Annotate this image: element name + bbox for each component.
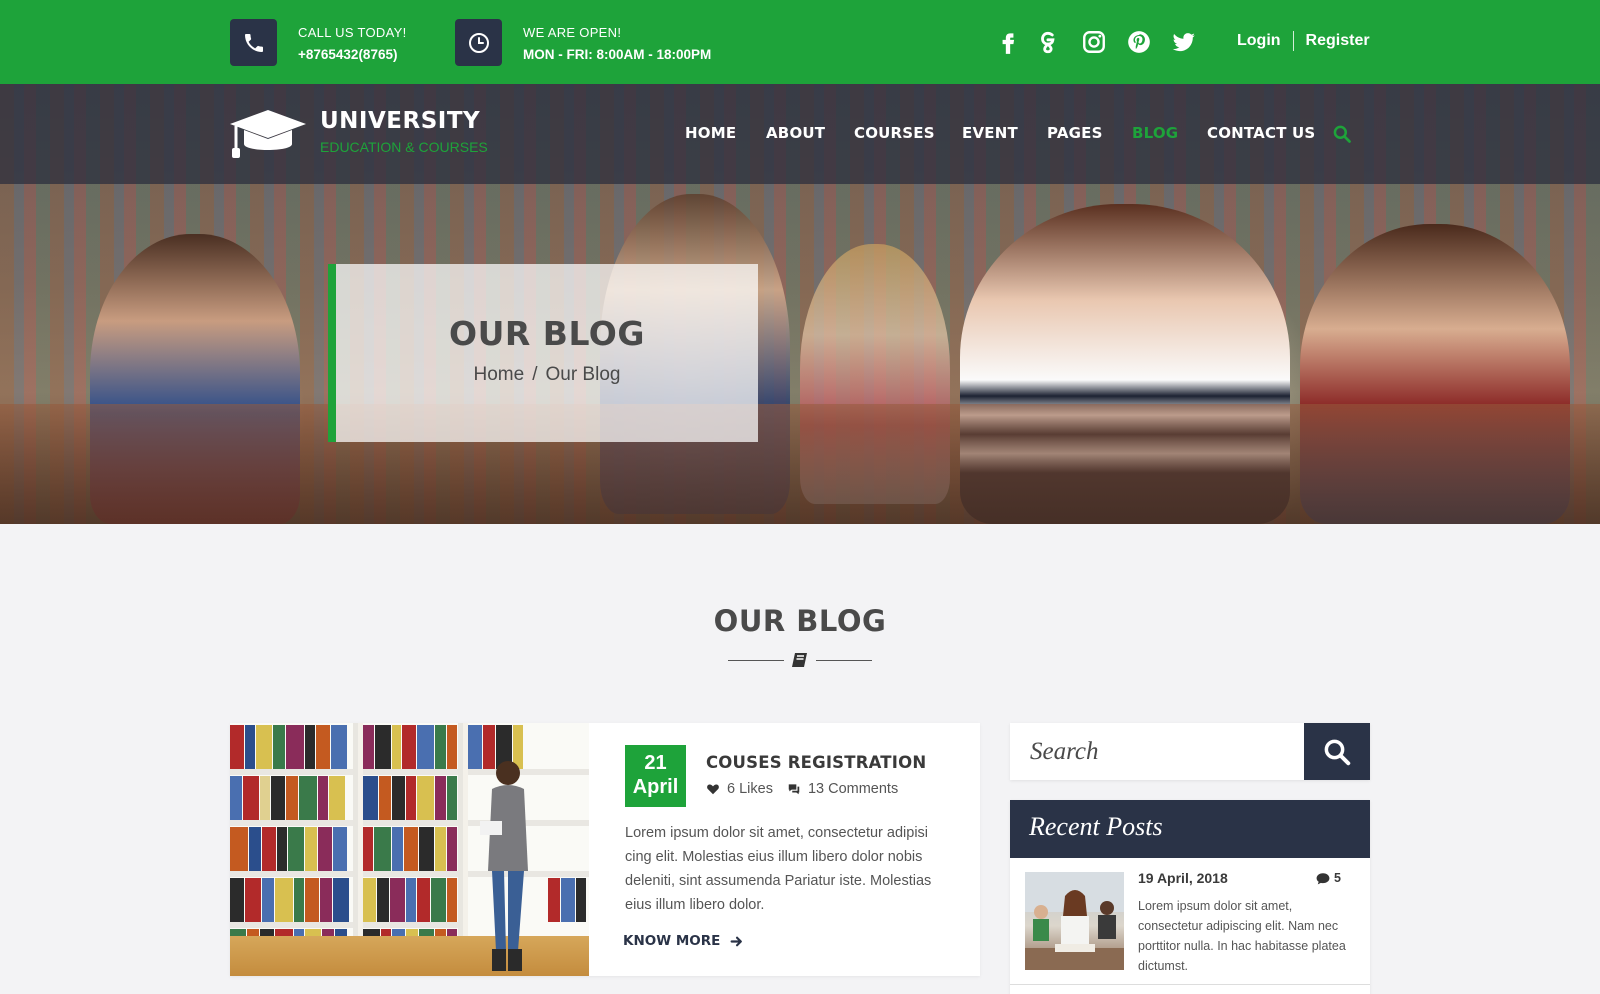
divider-line-left — [728, 660, 784, 661]
post-month: April — [632, 776, 679, 798]
post-likes: 6 Likes — [727, 781, 773, 797]
google-plus-icon[interactable] — [1034, 26, 1064, 58]
recent-post-date: 19 April, 2018 — [1138, 870, 1228, 886]
post-title[interactable]: COUSES REGISTRATION — [706, 753, 926, 772]
hours-info: WE ARE OPEN! MON - FRI: 8:00AM - 18:00PM — [455, 19, 735, 66]
nav-courses[interactable]: COURSES — [854, 124, 935, 142]
hero-desks — [0, 404, 1600, 524]
top-bar: CALL US TODAY! +8765432(8765) WE ARE OPE… — [0, 0, 1600, 84]
recent-post-excerpt: Lorem ipsum dolor sit amet, consectetur … — [1138, 899, 1346, 973]
reader-figure — [480, 761, 528, 971]
search-icon[interactable] — [1332, 124, 1352, 144]
nav-pages[interactable]: PAGES — [1047, 124, 1103, 142]
section-title: OUR BLOG — [713, 604, 887, 638]
brand-name[interactable]: UNIVERSITY — [320, 108, 480, 134]
login-link[interactable]: Login — [1237, 32, 1281, 50]
search-button[interactable] — [1304, 723, 1370, 780]
facebook-icon[interactable] — [995, 26, 1021, 58]
opening-hours: MON - FRI: 8:00AM - 18:00PM — [523, 47, 712, 62]
recent-post-divider — [1010, 984, 1370, 985]
post-day: 21 — [644, 752, 667, 774]
auth-separator — [1292, 31, 1294, 51]
breadcrumb-home[interactable]: Home — [474, 364, 525, 385]
post-date-badge: 21 April — [625, 745, 686, 807]
book-icon — [792, 653, 807, 667]
graduation-cap-icon[interactable] — [228, 108, 308, 160]
brand-tagline: EDUCATION & COURSES — [320, 139, 488, 155]
know-more-link[interactable]: KNOW MORE — [623, 933, 743, 949]
nav-about[interactable]: ABOUT — [766, 124, 825, 142]
divider-line-right — [816, 660, 872, 661]
sidebar-search — [1010, 723, 1370, 780]
page-title-box: OUR BLOG Home / Our Blog — [328, 264, 758, 442]
search-input[interactable] — [1010, 723, 1304, 780]
breadcrumb-separator: / — [532, 364, 538, 385]
post-excerpt: Lorem ipsum dolor sit amet, consectetur … — [625, 825, 932, 913]
know-more-label: KNOW MORE — [623, 933, 721, 949]
recent-posts-widget: Recent Posts 19 April, 2018 5 Lorem ipsu… — [1010, 800, 1370, 994]
breadcrumb-current: Our Blog — [545, 364, 621, 385]
register-link[interactable]: Register — [1306, 32, 1370, 50]
nav-home[interactable]: HOME — [685, 124, 736, 142]
instagram-icon[interactable] — [1080, 26, 1108, 58]
arrow-right-icon — [730, 936, 743, 946]
auth-links: Login Register — [1237, 29, 1370, 53]
search-icon — [1324, 739, 1351, 765]
recent-post-thumbnail[interactable] — [1025, 872, 1124, 970]
call-info: CALL US TODAY! +8765432(8765) — [230, 19, 420, 66]
post-meta: 6 Likes 13 Comments — [706, 781, 898, 797]
nav-contact-us[interactable]: CONTACT US — [1207, 124, 1315, 142]
pinterest-icon[interactable] — [1125, 26, 1153, 58]
recent-post-comment-count: 5 — [1316, 871, 1341, 885]
recent-posts-header: Recent Posts — [1010, 800, 1370, 858]
phone-number[interactable]: +8765432(8765) — [298, 44, 406, 66]
page-title: OUR BLOG — [449, 314, 645, 353]
blog-post-card: 21 April COUSES REGISTRATION 6 Likes 13 … — [230, 723, 980, 976]
students-photo — [1025, 872, 1124, 970]
breadcrumb: Home / Our Blog — [336, 364, 758, 386]
nav-blog[interactable]: BLOG — [1132, 124, 1178, 142]
heart-icon[interactable] — [706, 782, 720, 796]
blog-post-image[interactable] — [230, 723, 589, 976]
post-comments: 13 Comments — [807, 781, 899, 797]
clock-icon — [455, 19, 502, 66]
comment-count: 5 — [1334, 871, 1341, 885]
comments-icon[interactable] — [787, 782, 801, 796]
phone-icon — [230, 19, 277, 66]
nav-event[interactable]: EVENT — [962, 124, 1018, 142]
comment-icon — [1316, 872, 1330, 884]
section-divider — [728, 652, 872, 668]
open-label: WE ARE OPEN! — [523, 25, 622, 40]
twitter-icon[interactable] — [1170, 26, 1198, 58]
recent-posts-title: Recent Posts — [1029, 812, 1163, 841]
call-label: CALL US TODAY! — [298, 25, 407, 40]
